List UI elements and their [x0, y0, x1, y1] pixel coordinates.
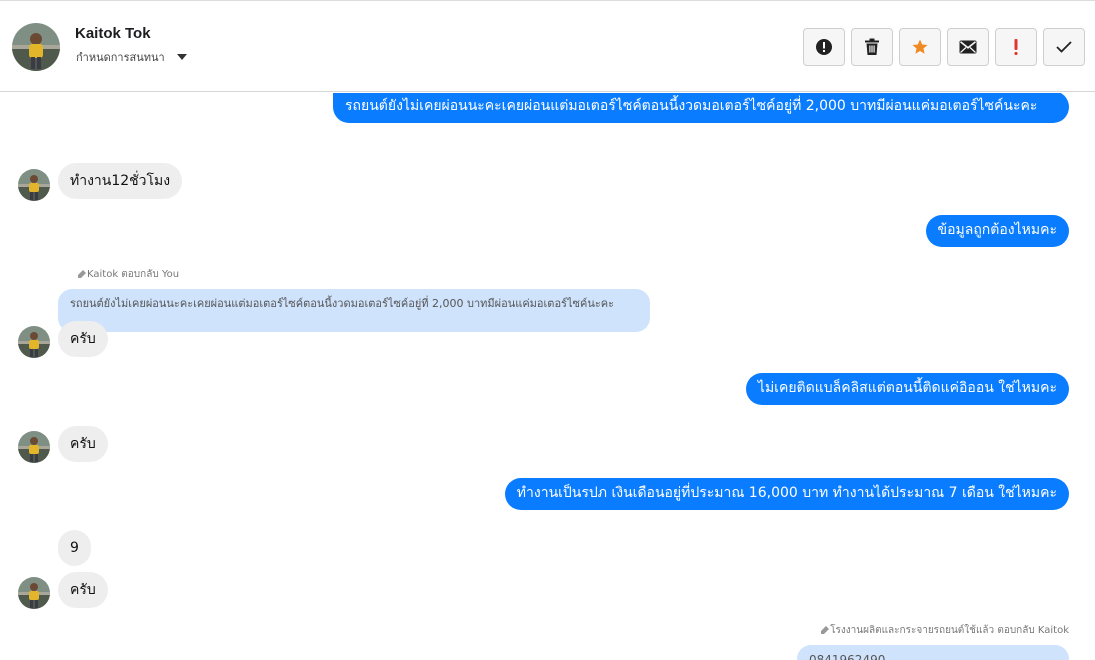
trash-icon: [865, 38, 879, 55]
report-button[interactable]: [803, 28, 845, 66]
contact-avatar-small: [18, 326, 50, 358]
incoming-message[interactable]: ครับ: [58, 426, 108, 462]
outgoing-message[interactable]: ไม่เคยติดแบล็คลิสแต่ตอนนี้ติดแค่อิออน ใช…: [745, 373, 1069, 405]
reply-arrow-icon: [821, 626, 830, 634]
incoming-message[interactable]: ทำงาน12ชั่วโมง: [58, 163, 183, 199]
message-list[interactable]: รถยนต์ยังไม่เคยผ่อนนะคะเคยผ่อนแต่มอเตอร์…: [0, 93, 1095, 660]
star-icon: [912, 39, 928, 54]
conversation-options-dropdown[interactable]: กำหนดการสนทนา: [76, 48, 187, 66]
outgoing-message[interactable]: รถยนต์ยังไม่เคยผ่อนนะคะเคยผ่อนแต่มอเตอร์…: [333, 93, 1069, 123]
reply-indicator: Kaitok ตอบกลับ You: [78, 267, 179, 282]
contact-avatar-small: [18, 169, 50, 201]
mark-important-button[interactable]: [995, 28, 1037, 66]
reply-indicator-label: โรงงานผลิตและกระจายรถยนต์ใช้แล้ว ตอบกลับ…: [830, 625, 1069, 636]
mark-done-button[interactable]: [1043, 28, 1085, 66]
contact-avatar-small: [18, 577, 50, 609]
mail-icon: [959, 40, 977, 54]
report-icon: [816, 39, 832, 55]
contact-name: Kaitok Tok: [75, 25, 151, 42]
incoming-message[interactable]: 9: [58, 530, 91, 566]
incoming-message[interactable]: ครับ: [58, 321, 108, 357]
chat-window: Kaitok Tok กำหนดการสนทนา รถยนต์ยังไม่เคย…: [0, 0, 1095, 660]
incoming-message[interactable]: ครับ: [58, 572, 108, 608]
email-button[interactable]: [947, 28, 989, 66]
conversation-options-label: กำหนดการสนทนา: [76, 51, 165, 64]
outgoing-message[interactable]: ข้อมูลถูกต้องไหมคะ: [925, 215, 1069, 247]
check-icon: [1056, 41, 1072, 53]
outgoing-message[interactable]: ทำงานเป็นรปภ เงินเดือนอยู่ที่ประมาณ 16,0…: [504, 478, 1069, 510]
reply-indicator-label: Kaitok ตอบกลับ You: [87, 269, 180, 280]
header-toolbar: [803, 28, 1085, 66]
reply-arrow-icon: [78, 270, 86, 278]
star-button[interactable]: [899, 28, 941, 66]
quoted-message[interactable]: รถยนต์ยังไม่เคยผ่อนนะคะเคยผ่อนแต่มอเตอร์…: [58, 289, 650, 332]
delete-button[interactable]: [851, 28, 893, 66]
quoted-message[interactable]: 0841962490: [797, 645, 1069, 660]
reply-indicator: โรงงานผลิตและกระจายรถยนต์ใช้แล้ว ตอบกลับ…: [821, 623, 1069, 638]
contact-avatar[interactable]: [12, 23, 60, 71]
conversation-header: Kaitok Tok กำหนดการสนทนา: [0, 1, 1095, 92]
contact-avatar-small: [18, 431, 50, 463]
caret-down-icon: [176, 54, 187, 60]
important-icon: [1014, 39, 1018, 55]
